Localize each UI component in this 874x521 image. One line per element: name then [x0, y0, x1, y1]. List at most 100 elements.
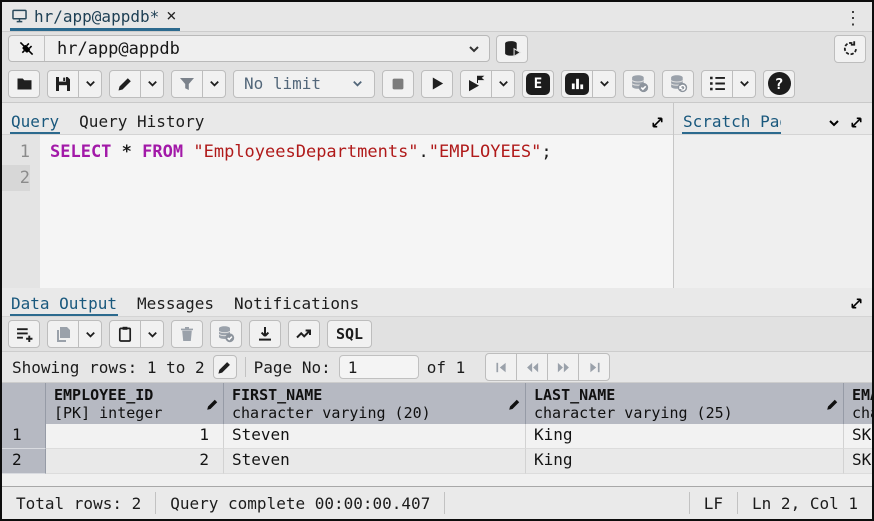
- tab-messages[interactable]: Messages: [136, 290, 215, 316]
- chevron-down-icon: [598, 77, 611, 90]
- query-complete-label: Query complete 00:00:00.407: [156, 494, 444, 513]
- expand-icon[interactable]: [849, 115, 864, 130]
- open-file-button[interactable]: [8, 70, 40, 98]
- rollback-button[interactable]: [662, 70, 694, 98]
- kebab-menu-icon[interactable]: ⋮: [834, 6, 872, 31]
- bar-chart-icon: [565, 73, 589, 95]
- query-tool-window: hr/app@appdb* × ⋮ hr/app@appdb N: [0, 0, 874, 521]
- cell-last-name[interactable]: King: [526, 424, 844, 449]
- copy-button[interactable]: [47, 320, 79, 348]
- expand-icon[interactable]: [650, 115, 665, 130]
- expand-icon[interactable]: [849, 296, 864, 311]
- download-icon: [257, 326, 273, 342]
- row-number-header[interactable]: [2, 383, 46, 424]
- tab-query[interactable]: Query: [10, 108, 60, 134]
- showing-rows-label: Showing rows: 1 to 2: [12, 358, 205, 377]
- sql-dot: .: [419, 142, 429, 162]
- cell-first-name[interactable]: Steven: [224, 449, 526, 474]
- chevron-down-icon[interactable]: [827, 116, 841, 130]
- row-number-cell[interactable]: 1: [2, 424, 46, 449]
- query-tabs: Query Query History: [2, 103, 673, 135]
- chevron-down-icon: [208, 77, 221, 90]
- close-icon[interactable]: ×: [166, 6, 176, 26]
- save-options-button[interactable]: [78, 70, 102, 98]
- database-save-icon: [217, 325, 235, 343]
- last-page-button[interactable]: [578, 353, 610, 381]
- filter-options-button[interactable]: [202, 70, 226, 98]
- paste-options-button[interactable]: [140, 320, 164, 348]
- cell-employee-id[interactable]: 1: [46, 424, 224, 449]
- delete-row-button[interactable]: [171, 320, 203, 348]
- eol-indicator[interactable]: LF: [690, 494, 737, 513]
- document-tab-bar: hr/app@appdb* × ⋮: [2, 2, 872, 32]
- trash-icon: [179, 326, 195, 342]
- help-button[interactable]: ?: [763, 70, 795, 98]
- column-type: character varying (20): [232, 404, 431, 422]
- scratch-pad-area[interactable]: [674, 135, 872, 288]
- main-toolbar: No limit E ?: [2, 65, 872, 103]
- cancel-query-button[interactable]: [382, 70, 414, 98]
- sql-label: SQL: [328, 325, 371, 343]
- edit-button[interactable]: [109, 70, 141, 98]
- sql-keyword: FROM: [142, 142, 183, 162]
- editor-gutter: 1 2: [2, 135, 40, 288]
- row-number-cell[interactable]: 2: [2, 449, 46, 474]
- download-button[interactable]: [249, 320, 281, 348]
- cell-last-name[interactable]: King: [526, 449, 844, 474]
- edit-column-icon[interactable]: [508, 398, 521, 411]
- execute-options-chevron[interactable]: [491, 70, 515, 98]
- edit-range-button[interactable]: [213, 355, 237, 379]
- copy-options-button[interactable]: [78, 320, 102, 348]
- show-sql-button[interactable]: SQL: [327, 320, 372, 348]
- macros-button[interactable]: [701, 70, 733, 98]
- graph-visualiser-button[interactable]: [288, 320, 320, 348]
- column-header-email[interactable]: EMAIL character varying: [844, 383, 872, 424]
- refresh-icon: [842, 40, 859, 57]
- edit-options-button[interactable]: [140, 70, 164, 98]
- cell-email[interactable]: SKING: [844, 449, 872, 474]
- edit-column-icon[interactable]: [826, 398, 839, 411]
- column-header-employee-id[interactable]: EMPLOYEE_ID [PK] integer: [46, 383, 224, 424]
- sql-code[interactable]: SELECT * FROM "EmployeesDepartments"."EM…: [40, 135, 673, 288]
- tab-query-tool[interactable]: hr/app@appdb* ×: [10, 3, 180, 31]
- tab-notifications[interactable]: Notifications: [233, 290, 360, 316]
- chevron-down-icon: [459, 42, 489, 56]
- first-page-button[interactable]: [485, 353, 517, 381]
- limit-select[interactable]: No limit: [233, 70, 375, 98]
- save-button[interactable]: [47, 70, 79, 98]
- explain-options-button[interactable]: [592, 70, 616, 98]
- execute-options-button[interactable]: [460, 70, 492, 98]
- tab-query-history[interactable]: Query History: [78, 108, 205, 134]
- cell-employee-id[interactable]: 2: [46, 449, 224, 474]
- line-number: 1: [20, 142, 30, 162]
- next-page-button[interactable]: [547, 353, 579, 381]
- page-number-input[interactable]: [339, 355, 419, 379]
- cell-first-name[interactable]: Steven: [224, 424, 526, 449]
- sql-editor[interactable]: 1 2 SELECT * FROM "EmployeesDepartments"…: [2, 135, 673, 288]
- save-data-button[interactable]: [210, 320, 242, 348]
- chevron-down-icon: [84, 328, 97, 341]
- column-name: EMAIL: [852, 386, 872, 404]
- connection-select[interactable]: hr/app@appdb: [8, 35, 490, 62]
- macros-chevron[interactable]: [732, 70, 756, 98]
- cell-email[interactable]: SKING: [844, 424, 872, 449]
- refresh-button[interactable]: [834, 35, 866, 63]
- explain-analyze-button[interactable]: [561, 70, 593, 98]
- disconnect-plug-icon: [9, 36, 45, 61]
- next-page-icon: [556, 360, 571, 375]
- paste-button[interactable]: [109, 320, 141, 348]
- tab-scratch-pad[interactable]: Scratch Pad: [682, 108, 781, 134]
- edit-column-icon[interactable]: [206, 398, 219, 411]
- column-header-last-name[interactable]: LAST_NAME character varying (25): [526, 383, 844, 424]
- column-type: character varying: [852, 404, 872, 422]
- new-connection-button[interactable]: [496, 35, 528, 63]
- tab-data-output[interactable]: Data Output: [10, 290, 118, 316]
- column-header-first-name[interactable]: FIRST_NAME character varying (20): [224, 383, 526, 424]
- add-row-button[interactable]: [8, 320, 40, 348]
- filter-button[interactable]: [171, 70, 203, 98]
- execute-button[interactable]: [421, 70, 453, 98]
- query-area: Query Query History 1 2 SELECT * FROM "E…: [2, 103, 872, 288]
- commit-button[interactable]: [623, 70, 655, 98]
- prev-page-button[interactable]: [516, 353, 548, 381]
- explain-button[interactable]: E: [522, 70, 554, 98]
